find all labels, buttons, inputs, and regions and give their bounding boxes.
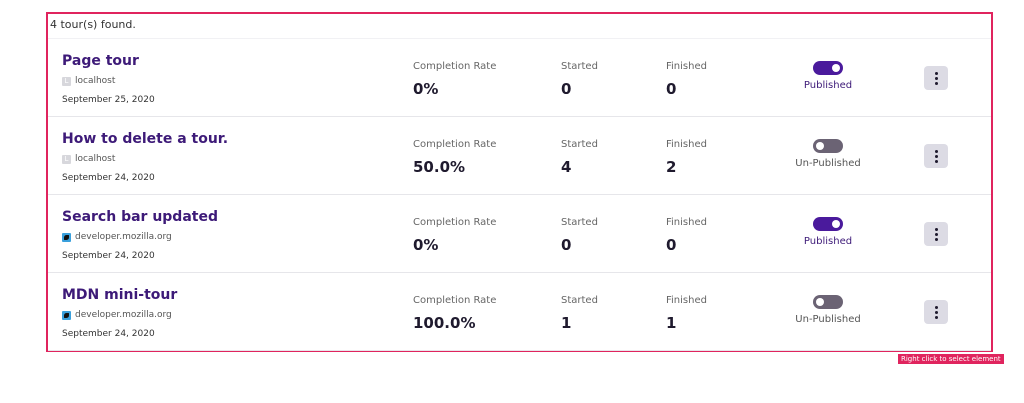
tour-title[interactable]: Page tour <box>62 53 139 69</box>
more-vertical-icon <box>934 305 938 319</box>
publish-status: Published <box>803 80 853 91</box>
started-value: 4 <box>561 158 572 176</box>
tour-row: MDN mini-tour developer.mozilla.org Sept… <box>48 273 991 351</box>
completion-rate-value: 100.0% <box>413 314 476 332</box>
tour-title[interactable]: How to delete a tour. <box>62 131 228 147</box>
completion-rate-label: Completion Rate <box>413 217 497 228</box>
tour-date: September 24, 2020 <box>62 251 155 261</box>
toggle-knob <box>816 298 824 306</box>
started-label: Started <box>561 61 598 72</box>
tour-host-label: developer.mozilla.org <box>75 232 172 242</box>
publish-control: Un-Published <box>788 139 868 169</box>
tour-host-label: developer.mozilla.org <box>75 310 172 320</box>
tour-host: L localhost <box>62 154 115 164</box>
completion-rate-value: 50.0% <box>413 158 466 176</box>
tour-list: Page tour L localhost September 25, 2020… <box>48 38 991 351</box>
started-value: 1 <box>561 314 572 332</box>
more-options-button[interactable] <box>924 66 948 90</box>
finished-label: Finished <box>666 217 707 228</box>
publish-control: Un-Published <box>788 295 868 325</box>
completion-rate-label: Completion Rate <box>413 295 497 306</box>
completion-rate-label: Completion Rate <box>413 139 497 150</box>
started-label: Started <box>561 295 598 306</box>
inspector-hint: Right click to select element <box>898 354 1004 364</box>
results-count: 4 tour(s) found. <box>50 18 136 31</box>
publish-toggle[interactable] <box>813 61 843 75</box>
started-value: 0 <box>561 236 572 254</box>
publish-status: Un-Published <box>795 314 861 325</box>
finished-value: 1 <box>666 314 677 332</box>
publish-control: Published <box>788 217 868 247</box>
started-value: 0 <box>561 80 572 98</box>
tour-date: September 24, 2020 <box>62 329 155 339</box>
more-options-button[interactable] <box>924 300 948 324</box>
publish-status: Un-Published <box>795 158 861 169</box>
finished-value: 0 <box>666 80 677 98</box>
tour-row: Page tour L localhost September 25, 2020… <box>48 38 991 117</box>
publish-status: Published <box>803 236 853 247</box>
more-options-button[interactable] <box>924 144 948 168</box>
finished-label: Finished <box>666 61 707 72</box>
tour-host: developer.mozilla.org <box>62 232 172 242</box>
tour-host-label: localhost <box>75 76 116 86</box>
started-label: Started <box>561 217 598 228</box>
completion-rate-value: 0% <box>413 236 439 254</box>
toggle-knob <box>816 142 824 150</box>
publish-control: Published <box>788 61 868 91</box>
localhost-icon: L <box>62 154 71 164</box>
more-vertical-icon <box>934 149 938 163</box>
publish-toggle[interactable] <box>813 139 843 153</box>
tour-row: Search bar updated developer.mozilla.org… <box>48 195 991 273</box>
more-options-button[interactable] <box>924 222 948 246</box>
more-vertical-icon <box>934 71 938 85</box>
toggle-knob <box>832 64 840 72</box>
completion-rate-value: 0% <box>413 80 439 98</box>
tour-date: September 25, 2020 <box>62 95 155 105</box>
more-vertical-icon <box>934 227 938 241</box>
publish-toggle[interactable] <box>813 295 843 309</box>
completion-rate-label: Completion Rate <box>413 61 497 72</box>
publish-toggle[interactable] <box>813 217 843 231</box>
finished-value: 0 <box>666 236 677 254</box>
finished-label: Finished <box>666 295 707 306</box>
toggle-knob <box>832 220 840 228</box>
finished-label: Finished <box>666 139 707 150</box>
localhost-icon: L <box>62 76 71 86</box>
mdn-icon <box>62 232 71 242</box>
finished-value: 2 <box>666 158 677 176</box>
tour-host: L localhost <box>62 76 115 86</box>
tour-list-panel: 4 tour(s) found. Page tour L localhost S… <box>46 12 993 352</box>
started-label: Started <box>561 139 598 150</box>
tour-host: developer.mozilla.org <box>62 310 172 320</box>
tour-title[interactable]: MDN mini-tour <box>62 287 177 303</box>
tour-date: September 24, 2020 <box>62 173 155 183</box>
tour-title[interactable]: Search bar updated <box>62 209 218 225</box>
tour-host-label: localhost <box>75 154 116 164</box>
tour-row: How to delete a tour. L localhost Septem… <box>48 117 991 195</box>
mdn-icon <box>62 310 71 320</box>
